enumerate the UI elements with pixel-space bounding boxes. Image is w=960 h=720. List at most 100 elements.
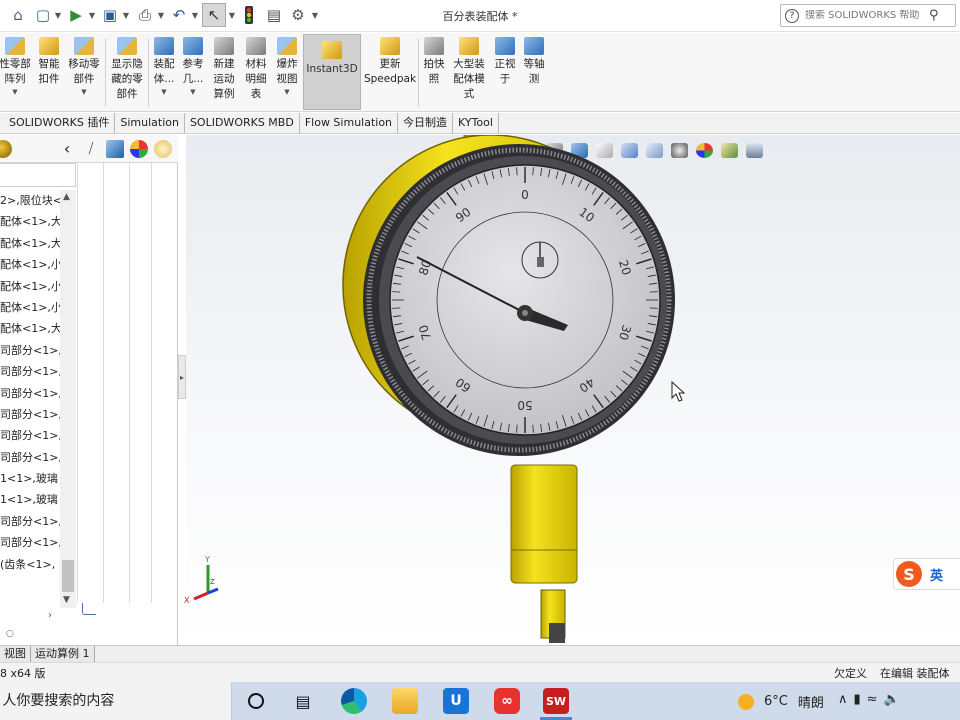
ime-indicator[interactable]: S 英 [893,558,960,590]
move-component-icon [74,37,94,55]
new-motion-study-button[interactable]: 新建 运动 算例 [209,37,239,102]
triad-x-label: X [184,596,190,605]
scroll-right-icon[interactable]: › [48,610,52,621]
tab-solidworks-mbd[interactable]: SOLIDWORKS MBD [185,113,300,133]
exploded-view-button[interactable]: 爆炸 视图 ▼ [272,37,302,97]
instant3d-button[interactable]: Instant3D [303,34,361,110]
smart-fasteners-button[interactable]: 智能 扣件 [34,37,64,87]
dial-face [389,164,661,436]
linear-component-pattern-icon [5,37,25,55]
title-bar: ⌂ ▢ ▼ ▶ ▼ ▣ ▼ ⎙ ▼ ↶ ▼ ↖ ▼ ▤ ⚙ ▼ 百分表装配体 *… [0,0,960,32]
weather-widget[interactable]: 6°C 晴朗 [738,692,824,711]
scene-icon[interactable] [154,140,172,158]
scrollbar-thumb[interactable] [62,560,74,592]
wifi-icon[interactable]: ≈ [867,692,884,707]
dial-tick [532,424,534,433]
scroll-up-icon[interactable]: ▲ [63,192,70,202]
show-hidden-components-button[interactable]: 显示隐 藏的零 部件 [107,37,147,102]
dial-label: 0 [521,188,529,202]
weather-desc: 晴朗 [797,696,824,711]
linear-component-pattern-button[interactable]: 性零部 阵列 ▼ [0,37,32,97]
help-search-box[interactable]: ? ⚲ [780,4,956,27]
hide-show-icon[interactable]: ⧸ [82,140,100,158]
taskbar-search-box[interactable]: 人你要搜索的内容 [0,682,232,720]
chevron-down-icon[interactable]: ▼ [81,87,86,97]
dot-icon: ○ [6,629,14,639]
chevron-down-icon[interactable]: ▼ [190,87,195,97]
volume-icon[interactable]: 🔈 [884,692,906,707]
solidworks-window: { "titlebar": { "document_title": "百分表装配… [0,0,960,720]
tab-kytool[interactable]: KYTool [453,113,499,133]
graphics-area[interactable]: 0 10 20 30 40 50 60 70 80 90 Y X Z [184,135,960,645]
update-speedpak-button[interactable]: 更新 Speedpak [364,37,416,87]
tab-flow-simulation[interactable]: Flow Simulation [300,113,399,133]
panel-collapse-handle[interactable]: ▸ [178,355,186,399]
appearances-icon[interactable] [130,140,148,158]
status-editing: 在编辑 装配体 [880,667,950,680]
large-assembly-mode-button[interactable]: 大型装 配体模 式 [449,37,489,102]
windows-taskbar: 人你要搜索的内容 ▤ U ∞ SW 6°C 晴朗 ∧▮≈🔈 [0,682,960,720]
dial-tick [392,291,401,293]
tab-simulation[interactable]: Simulation [115,113,185,133]
app-infinity-icon[interactable]: ∞ [494,688,520,714]
help-search-input[interactable] [805,10,927,21]
chevron-down-icon[interactable]: ▼ [284,87,289,97]
search-icon[interactable]: ⚲ [929,8,939,23]
tree-horizontal-scrollbar[interactable]: › [0,607,76,627]
column-divider [103,163,104,603]
solidworks-icon[interactable]: SW [543,688,569,714]
chevron-down-icon[interactable]: ▼ [161,87,166,97]
bracket-icon [82,603,96,615]
battery-icon[interactable]: ▮ [854,692,867,707]
chevron-left-icon[interactable]: ‹ [58,140,76,158]
exploded-view-icon [277,37,297,55]
reference-geometry-button[interactable]: 参考 几... ▼ [179,37,207,97]
system-tray[interactable]: ∧▮≈🔈 [838,692,906,707]
edge-icon[interactable] [341,688,367,714]
show-hidden-components-icon [117,37,137,55]
mouse-cursor-icon [671,380,686,402]
status-definition: 欠定义 [834,667,867,680]
assembly-features-icon [154,37,174,55]
contact-tip [549,623,565,643]
take-snapshot-button[interactable]: 拍快 照 [421,37,447,87]
scroll-down-icon[interactable]: ▼ [63,595,70,605]
bottom-tabs: 视图 运动算例 1 [0,645,960,662]
cortana-icon[interactable] [243,688,269,714]
dial-tick [392,307,401,309]
app-u-icon[interactable]: U [443,688,469,714]
status-version: 8 x64 版 [0,667,46,680]
spindle-sleeve [510,464,578,584]
normal-to-icon [495,37,515,55]
command-manager-ribbon: 性零部 阵列 ▼ 智能 扣件 移动零 部件 ▼ 显示隐 藏的零 部件 装配 体.… [0,33,960,112]
tab-model-view[interactable]: 视图 [0,646,31,662]
move-component-button[interactable]: 移动零 部件 ▼ [64,37,104,97]
tree-vertical-scrollbar[interactable]: ▲ ▼ [60,190,76,608]
tab-motion-study-1[interactable]: 运动算例 1 [31,646,95,662]
appearance-icon[interactable] [0,140,12,158]
new-motion-study-icon [214,37,234,55]
chevron-up-icon[interactable]: ∧ [838,692,854,707]
tab-solidworks-addins[interactable]: SOLIDWORKS 插件 [0,113,116,133]
update-speedpak-icon [380,37,400,55]
normal-to-button[interactable]: 正视 于 [491,37,519,87]
isometric-icon [524,37,544,55]
tab-today-manufacturing[interactable]: 今日制造 [398,113,454,133]
column-divider [77,163,78,603]
task-view-icon[interactable]: ▤ [290,688,316,714]
triad-z-label: Z [210,578,215,586]
assembly-features-button[interactable]: 装配 体... ▼ [150,37,178,97]
weather-temp: 6°C [764,694,788,709]
bill-of-materials-button[interactable]: 材料 明细 表 [241,37,271,102]
isometric-button[interactable]: 等轴 测 [520,37,548,87]
reference-triad[interactable]: Y X Z [182,553,228,605]
smart-fasteners-icon [39,37,59,55]
file-explorer-icon[interactable] [392,688,418,714]
ribbon-separator [418,39,419,107]
part-icon[interactable] [106,140,124,158]
sogou-logo-icon: S [896,561,922,587]
chevron-down-icon[interactable]: ▼ [12,87,17,97]
tree-filter-input[interactable] [0,163,76,187]
ime-mode[interactable]: 英 [930,565,943,584]
dial-tick [516,167,518,176]
